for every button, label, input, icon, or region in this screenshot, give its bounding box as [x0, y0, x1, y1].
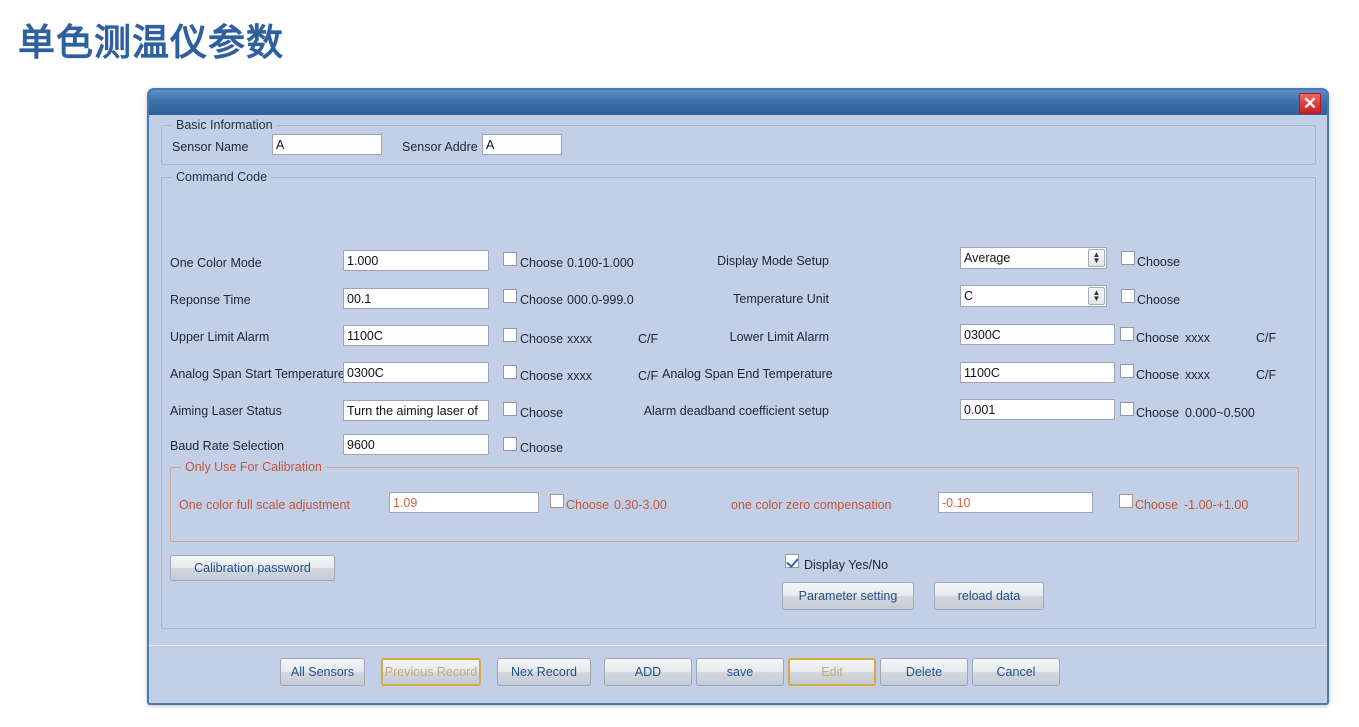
alarm-deadband-choose-label: Choose: [1136, 406, 1180, 420]
display-yes-no-checkbox[interactable]: [785, 554, 799, 568]
temperature-unit-choose-label: Choose: [1137, 293, 1181, 307]
calibration-legend: Only Use For Calibration: [181, 460, 326, 474]
full-scale-adjustment-choose-checkbox[interactable]: [550, 494, 564, 508]
one-color-mode-range: 0.100-1.000: [567, 256, 634, 270]
one-color-mode-choose-checkbox[interactable]: [503, 252, 517, 266]
zero-compensation-input[interactable]: [938, 492, 1093, 513]
one-color-mode-label: One Color Mode: [170, 256, 262, 270]
one-color-mode-choose-label: Choose: [520, 256, 564, 270]
analog-span-end-choose-checkbox[interactable]: [1120, 364, 1134, 378]
aiming-laser-status-input[interactable]: [343, 400, 489, 421]
dialog-footer: All Sensors Previous Record Nex Record A…: [149, 645, 1327, 703]
analog-span-start-label: Analog Span Start Temperature: [170, 367, 345, 381]
cancel-button[interactable]: Cancel: [972, 658, 1060, 686]
zero-compensation-choose-label: Choose: [1135, 498, 1179, 512]
delete-button[interactable]: Delete: [880, 658, 968, 686]
analog-span-end-label: Analog Span End Temperature: [662, 367, 833, 381]
dialog-body: Basic Information Sensor Name Sensor Add…: [149, 115, 1327, 703]
reponse-time-label: Reponse Time: [170, 293, 251, 307]
baud-rate-selection-label: Baud Rate Selection: [170, 439, 284, 453]
sensor-address-label: Sensor Addre: [402, 140, 478, 154]
calibration-password-button[interactable]: Calibration password: [170, 555, 335, 581]
parameter-setting-button[interactable]: Parameter setting: [782, 582, 914, 610]
reponse-time-choose-checkbox[interactable]: [503, 289, 517, 303]
analog-span-start-range: xxxx: [567, 369, 592, 383]
reponse-time-range: 000.0-999.0: [567, 293, 634, 307]
basic-information-legend: Basic Information: [172, 118, 277, 132]
chevron-updown-icon[interactable]: ▲ ▼: [1088, 249, 1105, 267]
zero-compensation-range: -1.00-+1.00: [1184, 498, 1249, 512]
lower-limit-alarm-range: xxxx: [1185, 331, 1210, 345]
zero-compensation-label: one color zero compensation: [731, 498, 892, 512]
analog-span-end-unit: C/F: [1256, 368, 1277, 382]
display-mode-setup-choose-checkbox[interactable]: [1121, 251, 1135, 265]
full-scale-adjustment-choose-label: Choose: [566, 498, 610, 512]
lower-limit-alarm-input[interactable]: [960, 324, 1115, 345]
analog-span-end-range: xxxx: [1185, 368, 1210, 382]
baud-rate-selection-input[interactable]: [343, 434, 489, 455]
analog-span-end-input[interactable]: [960, 362, 1115, 383]
analog-span-start-unit: C/F: [638, 369, 659, 383]
upper-limit-alarm-label: Upper Limit Alarm: [170, 330, 270, 344]
baud-rate-selection-choose-label: Choose: [520, 441, 564, 455]
chevron-updown-icon[interactable]: ▲ ▼: [1088, 287, 1105, 305]
command-code-legend: Command Code: [172, 170, 272, 184]
zero-compensation-choose-checkbox[interactable]: [1119, 494, 1133, 508]
display-yes-no-label: Display Yes/No: [804, 558, 889, 572]
analog-span-start-input[interactable]: [343, 362, 489, 383]
upper-limit-alarm-choose-label: Choose: [520, 332, 564, 346]
aiming-laser-status-choose-label: Choose: [520, 406, 564, 420]
all-sensors-button[interactable]: All Sensors: [280, 658, 365, 686]
sensor-address-input[interactable]: [482, 134, 562, 155]
upper-limit-alarm-unit: C/F: [638, 332, 659, 346]
upper-limit-alarm-range: xxxx: [567, 332, 592, 346]
alarm-deadband-range: 0.000~0.500: [1185, 406, 1255, 420]
reponse-time-choose-label: Choose: [520, 293, 564, 307]
aiming-laser-status-label: Aiming Laser Status: [170, 404, 282, 418]
lower-limit-alarm-label: Lower Limit Alarm: [729, 330, 829, 344]
analog-span-start-choose-checkbox[interactable]: [503, 365, 517, 379]
aiming-laser-status-choose-checkbox[interactable]: [503, 402, 517, 416]
dialog-titlebar: ✕: [149, 90, 1327, 115]
alarm-deadband-choose-checkbox[interactable]: [1120, 402, 1134, 416]
command-code-panel: Command Code One Color Mode Choose 0.100…: [161, 170, 1316, 629]
previous-record-button: Previous Record: [381, 658, 481, 686]
lower-limit-alarm-choose-label: Choose: [1136, 331, 1180, 345]
close-icon[interactable]: ✕: [1299, 93, 1321, 114]
edit-button: Edit: [788, 658, 876, 686]
display-mode-setup-value: Average: [964, 251, 1011, 265]
temperature-unit-label: Temperature Unit: [733, 292, 829, 306]
upper-limit-alarm-input[interactable]: [343, 325, 489, 346]
analog-span-end-choose-label: Choose: [1136, 368, 1180, 382]
reload-data-button[interactable]: reload data: [934, 582, 1044, 610]
full-scale-adjustment-label: One color full scale adjustment: [179, 498, 350, 512]
temperature-unit-select[interactable]: C ▲ ▼: [960, 285, 1107, 307]
nex-record-button[interactable]: Nex Record: [497, 658, 591, 686]
upper-limit-alarm-choose-checkbox[interactable]: [503, 328, 517, 342]
page-title: 单色测温仪参数: [18, 22, 284, 63]
temperature-unit-choose-checkbox[interactable]: [1121, 289, 1135, 303]
add-button[interactable]: ADD: [604, 658, 692, 686]
save-button[interactable]: save: [696, 658, 784, 686]
baud-rate-selection-choose-checkbox[interactable]: [503, 437, 517, 451]
alarm-deadband-label: Alarm deadband coefficient setup: [643, 404, 829, 418]
sensor-name-input[interactable]: [272, 134, 382, 155]
one-color-mode-input[interactable]: [343, 250, 489, 271]
basic-information-panel: Basic Information Sensor Name Sensor Add…: [161, 118, 1316, 165]
lower-limit-alarm-unit: C/F: [1256, 331, 1277, 345]
parameter-dialog: ✕ Basic Information Sensor Name Sensor A…: [147, 88, 1329, 705]
reponse-time-input[interactable]: [343, 288, 489, 309]
lower-limit-alarm-choose-checkbox[interactable]: [1120, 327, 1134, 341]
display-mode-setup-choose-label: Choose: [1137, 255, 1181, 269]
sensor-name-label: Sensor Name: [172, 140, 249, 154]
alarm-deadband-input[interactable]: [960, 399, 1115, 420]
full-scale-adjustment-range: 0.30-3.00: [614, 498, 667, 512]
full-scale-adjustment-input[interactable]: [389, 492, 539, 513]
display-mode-setup-label: Display Mode Setup: [717, 254, 829, 268]
display-mode-setup-select[interactable]: Average ▲ ▼: [960, 247, 1107, 269]
analog-span-start-choose-label: Choose: [520, 369, 564, 383]
calibration-panel: Only Use For Calibration One color full …: [170, 460, 1299, 542]
temperature-unit-value: C: [964, 289, 974, 303]
